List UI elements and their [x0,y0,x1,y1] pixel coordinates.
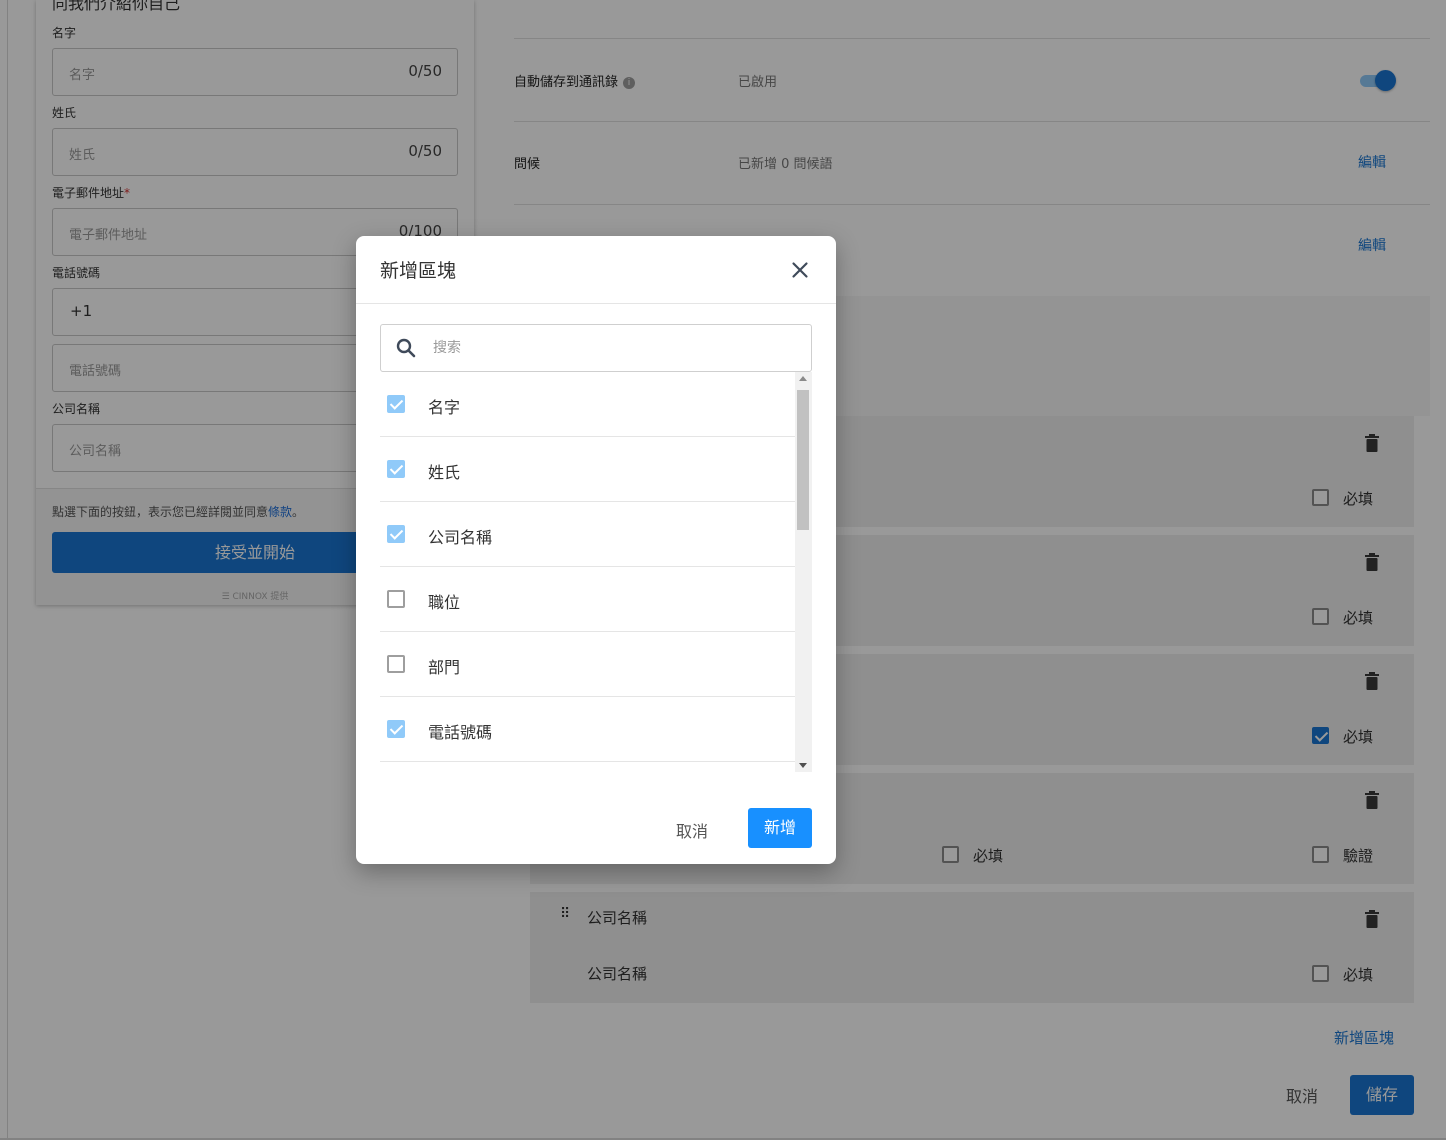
item-checkbox[interactable] [387,395,405,413]
list-item[interactable]: 電話號碼 [380,697,795,762]
item-checkbox[interactable] [387,655,405,673]
item-label: 部門 [428,658,461,677]
item-label: 公司名稱 [428,528,493,547]
item-label: 姓氏 [428,463,461,482]
list-item[interactable]: 部門 [380,632,795,697]
item-checkbox[interactable] [387,525,405,543]
search-box [380,324,812,372]
dialog-title: 新增區塊 [380,260,457,282]
dialog-cancel-button[interactable]: 取消 [676,818,708,842]
list-item[interactable]: 公司名稱 [380,502,795,567]
item-label: 電話號碼 [428,723,493,742]
scroll-down-arrow-icon[interactable] [799,763,807,768]
scroll-thumb[interactable] [797,390,809,530]
field-list: 名字 姓氏 公司名稱 職位 部門 電話號碼 [380,372,795,762]
item-checkbox[interactable] [387,720,405,738]
search-icon [396,338,416,358]
dialog-divider [356,303,836,304]
item-checkbox[interactable] [387,590,405,608]
dialog-add-button[interactable]: 新增 [748,808,812,848]
add-block-dialog: 新增區塊 名字 姓氏 公司名稱 職位 部門 電話號碼 [356,236,836,864]
close-icon[interactable] [788,258,812,282]
scroll-up-arrow-icon[interactable] [799,376,807,381]
item-label: 職位 [428,593,461,612]
item-checkbox[interactable] [387,460,405,478]
list-scrollbar[interactable] [795,372,812,772]
list-item[interactable]: 名字 [380,372,795,437]
list-item[interactable]: 職位 [380,567,795,632]
list-item[interactable]: 姓氏 [380,437,795,502]
item-label: 名字 [428,398,461,417]
search-input[interactable] [433,335,793,361]
